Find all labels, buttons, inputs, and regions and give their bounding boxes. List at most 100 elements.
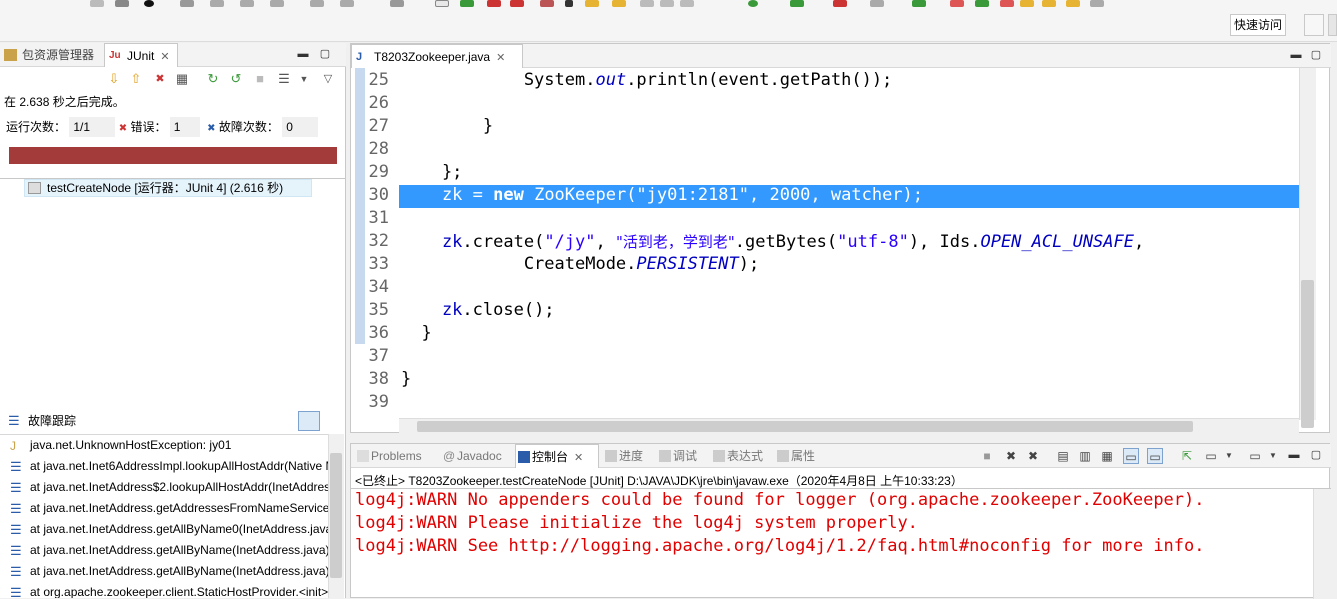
remove-launch-icon[interactable]: ✖ [1003,448,1019,464]
code-line[interactable]: } [401,116,493,136]
toolbar-icon[interactable] [487,0,501,7]
toolbar-icon[interactable] [1042,0,1056,7]
test-result-row[interactable]: testCreateNode [运行器：JUnit 4] (2.616 秒) [24,179,312,197]
code-line[interactable]: }; [401,162,462,182]
toolbar-icon[interactable] [612,0,626,7]
toolbar-icon[interactable] [975,0,989,7]
code-line[interactable]: zk.close(); [401,300,555,320]
toolbar-icon[interactable] [210,0,224,7]
toolbar-icon[interactable] [390,0,404,7]
show-on-stderr-icon[interactable]: ▭ [1147,448,1163,464]
rerun-failed-first-icon[interactable]: ↺ [228,71,244,87]
tab-debug[interactable]: 调试 [657,444,707,468]
toolbar-icon[interactable] [790,0,804,7]
scroll-lock-icon[interactable]: ▦ [174,71,190,87]
close-icon[interactable]: ✕ [160,45,169,69]
trace-line[interactable]: ☰ at java.net.InetAddress.getAllByName(In… [0,561,330,582]
code-line[interactable]: zk.create("/jy", "活到老，学到老".getBytes("utf… [401,231,1144,252]
tab-properties[interactable]: 属性 [775,444,825,468]
trace-line[interactable]: ☰ at java.net.InetAddress.getAddressesFro… [0,498,330,519]
open-console-dropdown-icon[interactable]: ▼ [1265,448,1281,464]
minimize-icon[interactable]: ▬ [1287,448,1301,462]
show-on-stdout-icon[interactable]: ▭ [1123,448,1139,464]
toolbar-icon[interactable] [270,0,284,7]
console-line[interactable]: log4j:WARN See http://logging.apache.org… [355,536,1205,556]
toolbar-icon[interactable] [1020,0,1034,7]
view-menu-icon[interactable]: ▽ [320,71,336,87]
code-line[interactable]: zk = new ZooKeeper("jy01:2181", 2000, wa… [401,185,923,205]
toolbar-icon[interactable] [585,0,599,7]
editor-horizontal-scrollbar-thumb[interactable] [417,421,1193,432]
console-line[interactable]: log4j:WARN Please initialize the log4j s… [355,513,918,533]
tab-problems[interactable]: Problems [355,444,437,468]
rerun-test-icon[interactable]: ↻ [205,71,221,87]
toolbar-icon[interactable] [115,0,129,7]
stop-icon[interactable]: ■ [252,71,268,87]
test-run-history-icon[interactable]: ☰ [276,71,292,87]
terminate-icon[interactable]: ■ [979,448,995,464]
maximize-icon[interactable]: ▢ [1309,448,1323,462]
trace-scrollbar-thumb[interactable] [330,453,342,578]
trace-line[interactable]: ☰ at java.net.InetAddress$2.lookupAllHost… [0,477,330,498]
word-wrap-icon[interactable]: ▦ [1099,448,1115,464]
toolbar-icon[interactable] [310,0,324,7]
pin-console-icon[interactable]: ⇱ [1179,448,1195,464]
compare-result-button[interactable] [324,413,340,429]
previous-failure-icon[interactable]: ⇧ [128,71,144,87]
toolbar-icon[interactable] [90,0,104,7]
toolbar-icon[interactable] [180,0,194,7]
tab-javadoc[interactable]: @ Javadoc [441,444,513,468]
toolbar-icon[interactable] [680,0,694,7]
toolbar-icon[interactable] [870,0,884,7]
toolbar-icon[interactable] [833,0,847,7]
trace-line[interactable]: ☰ at java.net.Inet6AddressImpl.lookupAllH… [0,456,330,477]
toolbar-icon[interactable] [565,0,573,7]
tab-package-explorer[interactable]: 包资源管理器 [0,43,102,67]
code-line[interactable]: CreateMode.PERSISTENT); [401,254,759,274]
trace-line[interactable]: ☰ at java.net.InetAddress.getAllByName(In… [0,540,330,561]
code-line[interactable]: } [401,369,411,389]
display-console-icon[interactable]: ▭ [1203,448,1219,464]
toolbar-icon[interactable] [912,0,926,7]
debug-icon[interactable] [748,0,758,7]
trace-line[interactable]: Jjava.net.UnknownHostException: jy01 [0,435,330,456]
tab-console[interactable]: 控制台 ✕ [515,444,599,468]
maximize-icon[interactable]: ▢ [1309,48,1323,62]
clear-console-icon[interactable]: ▤ [1055,448,1071,464]
trace-line[interactable]: ☰ at org.apache.zookeeper.client.StaticHo… [0,582,330,598]
toolbar-icon[interactable] [1000,0,1014,7]
tab-editor-file[interactable]: J T8203Zookeeper.java ✕ [351,44,523,68]
show-failures-only-icon[interactable]: ✖ [152,71,168,87]
open-console-icon[interactable]: ▭ [1247,448,1263,464]
trace-line[interactable]: ☰ at java.net.InetAddress.getAllByName0(I… [0,519,330,540]
quick-access-field[interactable]: 快速访问 [1230,14,1286,36]
toolbar-icon[interactable] [1066,0,1080,7]
history-dropdown-icon[interactable]: ▼ [296,71,312,87]
toolbar-icon[interactable] [144,0,154,7]
close-icon[interactable]: ✕ [574,446,583,470]
remove-all-terminated-icon[interactable]: ✖ [1025,448,1041,464]
toolbar-icon[interactable] [435,0,449,7]
tab-junit[interactable]: Ju JUnit ✕ [104,43,178,67]
scroll-lock-icon[interactable]: ▥ [1077,448,1093,464]
open-perspective-button[interactable] [1304,14,1324,36]
toolbar-icon[interactable] [510,0,524,7]
toolbar-icon[interactable] [340,0,354,7]
toolbar-icon[interactable] [540,0,554,7]
next-failure-icon[interactable]: ⇩ [106,71,122,87]
toolbar-icon[interactable] [640,0,654,7]
tab-progress[interactable]: 进度 [603,444,653,468]
code-line[interactable]: System.out.println(event.getPath()); [401,70,892,90]
editor-vertical-scrollbar-thumb[interactable] [1301,280,1314,428]
close-icon[interactable]: ✕ [496,46,505,70]
filter-stack-trace-button[interactable] [298,411,320,431]
toolbar-icon[interactable] [950,0,964,7]
maximize-icon[interactable]: ▢ [318,47,332,61]
display-console-dropdown-icon[interactable]: ▼ [1221,448,1237,464]
minimize-icon[interactable]: ▬ [1289,48,1303,62]
console-scrollbar[interactable] [1313,489,1330,599]
toolbar-icon[interactable] [1090,0,1104,7]
perspective-switcher[interactable] [1328,14,1337,36]
console-line[interactable]: log4j:WARN No appenders could be found f… [355,490,1205,510]
toolbar-icon[interactable] [240,0,254,7]
